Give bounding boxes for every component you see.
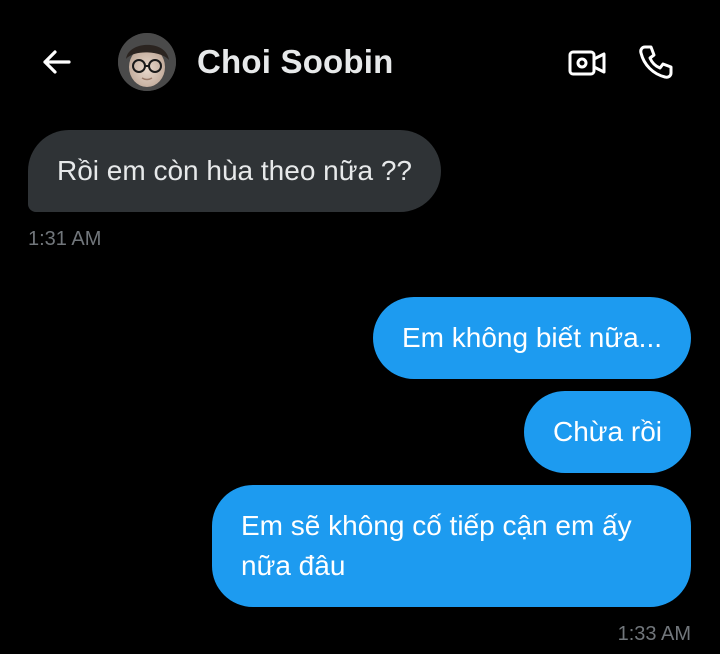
video-camera-icon xyxy=(568,50,606,76)
sent-message-bubble[interactable]: Chừa rồi xyxy=(523,391,691,473)
back-button[interactable] xyxy=(36,42,76,82)
sent-timestamp: 1:33 AM xyxy=(617,623,691,645)
avatar-image xyxy=(118,33,176,91)
sent-message-bubble[interactable]: Em không biết nữa... xyxy=(373,297,691,379)
received-timestamp: 1:31 AM xyxy=(28,228,102,250)
sent-message-bubble[interactable]: Em sẽ không cố tiếp cận em ấy nữa đâu xyxy=(212,485,691,607)
arrow-left-icon xyxy=(43,50,71,74)
received-message-bubble[interactable]: Rồi em còn hùa theo nữa ?? xyxy=(28,130,441,212)
avatar[interactable] xyxy=(118,33,176,91)
conversation-header: Choi Soobin xyxy=(0,0,720,126)
voice-call-button[interactable] xyxy=(634,40,678,84)
video-call-button[interactable] xyxy=(566,42,608,84)
phone-icon xyxy=(639,45,673,79)
contact-name[interactable]: Choi Soobin xyxy=(197,43,394,81)
